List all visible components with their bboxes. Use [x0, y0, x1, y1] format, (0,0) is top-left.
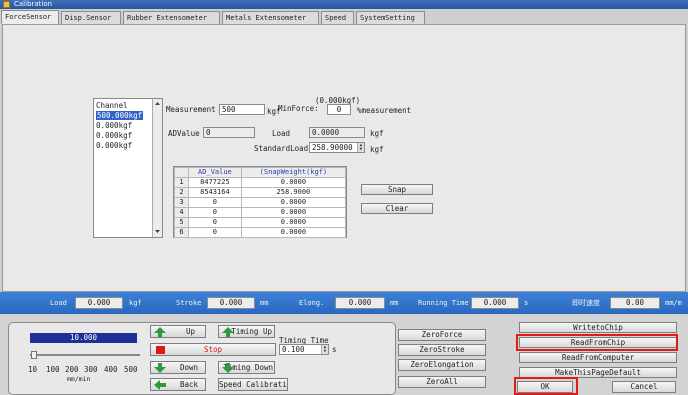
- write-to-chip-button[interactable]: WritetoChip: [519, 322, 677, 333]
- cancel-button[interactable]: Cancel: [612, 381, 676, 393]
- speed-tick: 200: [65, 365, 79, 374]
- tab-system-setting[interactable]: SystemSetting: [356, 11, 425, 24]
- speed-display: 10.000: [30, 333, 137, 343]
- measurement-input[interactable]: 500: [219, 104, 265, 115]
- status-stroke-unit: mm: [260, 299, 269, 307]
- measurement-label: Measurement: [166, 105, 216, 114]
- speed-calibration-button[interactable]: Speed Calibration: [218, 378, 288, 391]
- tab-speed[interactable]: Speed: [321, 11, 354, 24]
- channel-scrollbar[interactable]: [152, 99, 162, 237]
- spin-arrows-icon[interactable]: ▲ ▼: [321, 345, 328, 354]
- window-title: Calibration: [14, 0, 53, 8]
- status-elong-unit: mm: [390, 299, 399, 307]
- status-speed-label: 即时速度: [572, 299, 600, 307]
- status-elong-field: 0.000: [335, 297, 385, 309]
- stop-button[interactable]: Stop: [150, 343, 276, 356]
- table-row[interactable]: 3 0 0.0000: [174, 197, 347, 208]
- standard-load-input[interactable]: 258.90000 ▲ ▼: [309, 142, 365, 153]
- highlight-box: [516, 334, 678, 351]
- window-titlebar: Calibration: [0, 0, 688, 9]
- status-running-time-label: Running Time: [418, 299, 469, 307]
- clear-button[interactable]: Clear: [361, 203, 433, 214]
- zero-all-button[interactable]: ZeroAll: [398, 376, 486, 388]
- channel-item[interactable]: 0.000kgf: [96, 141, 132, 150]
- standard-load-value: 258.90000: [312, 143, 353, 152]
- min-force-label: MinForce:: [278, 104, 319, 113]
- highlight-box: [514, 377, 578, 395]
- column-header: (SnapWeight(kgf): [240, 167, 347, 178]
- arrow-up-icon: [154, 327, 166, 337]
- status-stroke-field: 0.000: [207, 297, 255, 309]
- timing-down-button[interactable]: Timing Down: [218, 361, 275, 374]
- speed-slider[interactable]: [30, 354, 140, 356]
- channel-item[interactable]: 0.000kgf: [96, 131, 132, 140]
- timing-time-value: 0.100: [282, 345, 305, 354]
- speed-slider-handle[interactable]: [31, 351, 37, 359]
- speed-tick: 300: [84, 365, 98, 374]
- timing-up-button[interactable]: Timing Up: [218, 325, 275, 338]
- stop-icon: [156, 346, 165, 354]
- read-from-computer-button[interactable]: ReadFromComputer: [519, 352, 677, 363]
- arrow-back-icon: [154, 380, 166, 390]
- arrow-up-icon: [222, 327, 234, 337]
- load-field: 0.0000: [309, 127, 365, 138]
- status-load-unit: kgf: [129, 299, 142, 307]
- load-unit: kgf: [370, 129, 384, 138]
- snap-button[interactable]: Snap: [361, 184, 433, 195]
- status-speed-field: 0.00: [610, 297, 660, 309]
- tab-metals-extensometer[interactable]: Metals Extensometer: [222, 11, 319, 24]
- table-row[interactable]: 2 8543164 258.9000: [174, 187, 347, 198]
- arrow-down-icon: [222, 363, 234, 373]
- channel-item[interactable]: 500.000kgf: [96, 111, 144, 120]
- table-row[interactable]: 4 0 0.0000: [174, 207, 347, 218]
- timing-time-input[interactable]: 0.100 ▲ ▼: [279, 344, 329, 355]
- ad-value-field: 0: [203, 127, 255, 138]
- scroll-arrows-icon: [155, 102, 160, 233]
- zero-stroke-button[interactable]: ZeroStroke: [398, 344, 486, 356]
- status-load-field: 0.000: [75, 297, 123, 309]
- status-running-time-unit: s: [524, 299, 529, 307]
- table-row[interactable]: 5 0 0.0000: [174, 217, 347, 228]
- status-bar: Load 0.000 kgf Stroke 0.000 mm Elong. 0.…: [0, 292, 688, 314]
- app-icon: [3, 1, 10, 8]
- min-force-unit: %measurement: [357, 106, 412, 115]
- channel-header: Channel: [96, 101, 128, 110]
- table-row[interactable]: 1 8477225 0.0000: [174, 177, 347, 188]
- calibration-table[interactable]: AD_Value (SnapWeight(kgf) 1 8477225 0.0000 …: [173, 166, 347, 238]
- channel-item[interactable]: 0.000kgf: [96, 121, 132, 130]
- status-elong-label: Elong.: [299, 299, 325, 307]
- speed-tick: 400: [104, 365, 118, 374]
- speed-tick: 100: [46, 365, 60, 374]
- arrow-down-icon: [154, 363, 166, 373]
- status-running-time-field: 0.000: [471, 297, 519, 309]
- status-load-label: Load: [50, 299, 67, 307]
- channel-list[interactable]: Channel 500.000kgf 0.000kgf 0.000kgf 0.0…: [93, 98, 163, 238]
- speed-unit: mm/min: [67, 375, 91, 383]
- tab-rubber-extensometer[interactable]: Rubber Extensometer: [123, 11, 220, 24]
- min-force-input[interactable]: 0: [327, 104, 351, 115]
- spin-arrows-icon[interactable]: ▲ ▼: [357, 143, 364, 152]
- standard-load-label: StandardLoad: [254, 144, 309, 153]
- back-button[interactable]: Back: [150, 378, 206, 391]
- zero-force-button[interactable]: ZeroForce: [398, 329, 486, 341]
- status-stroke-label: Stroke: [176, 299, 202, 307]
- speed-tick: 10: [28, 365, 38, 374]
- tab-force-sensor[interactable]: ForceSensor: [1, 10, 59, 24]
- load-label: Load: [272, 129, 291, 138]
- up-button[interactable]: Up: [150, 325, 206, 338]
- tab-disp-sensor[interactable]: Disp.Sensor: [61, 11, 121, 24]
- zero-elongation-button[interactable]: ZeroElongation: [398, 359, 486, 371]
- timing-time-unit: s: [332, 345, 337, 354]
- column-header: AD_Value: [188, 167, 242, 178]
- tab-bar: ForceSensor Disp.Sensor Rubber Extensome…: [0, 10, 688, 24]
- status-speed-unit: mm/m: [665, 299, 682, 307]
- ad-value-label: ADValue: [168, 129, 200, 138]
- down-button[interactable]: Down: [150, 361, 206, 374]
- table-row[interactable]: 6 0 0.0000: [174, 227, 347, 238]
- standard-load-unit: kgf: [370, 145, 384, 154]
- speed-tick: 500: [124, 365, 138, 374]
